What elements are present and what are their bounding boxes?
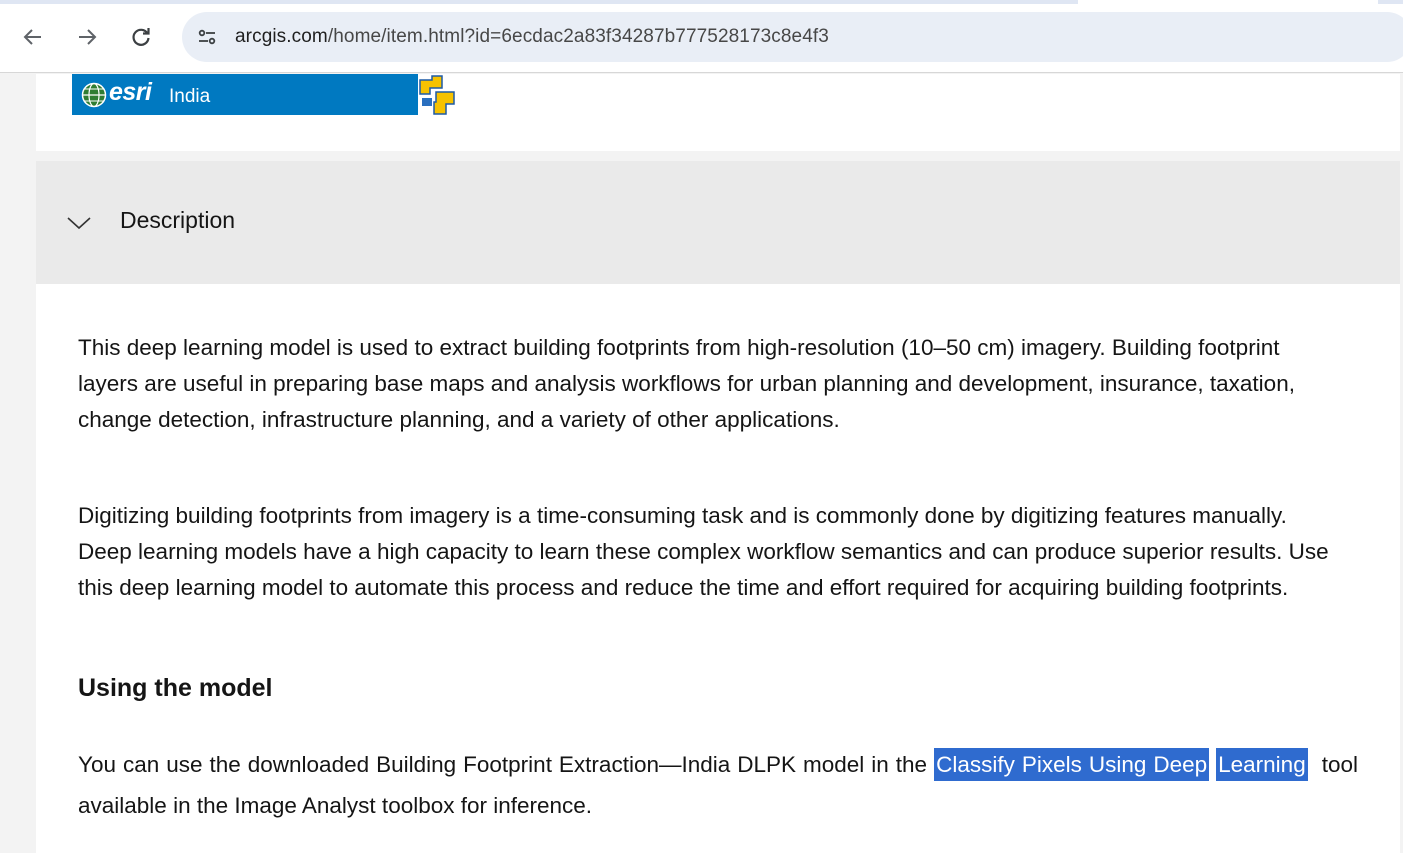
- address-bar[interactable]: arcgis.com/home/item.html?id=6ecdac2a83f…: [182, 12, 1403, 62]
- description-section-toggle[interactable]: Description: [36, 161, 1400, 284]
- globe-icon: [81, 82, 107, 108]
- back-button[interactable]: [20, 24, 46, 50]
- description-paragraph-2: Digitizing building footprints from imag…: [78, 503, 1329, 600]
- region-label: India: [169, 86, 211, 107]
- item-page: esri India Description This deep learnin…: [0, 74, 1403, 853]
- url-text[interactable]: arcgis.com/home/item.html?id=6ecdac2a83f…: [235, 26, 829, 48]
- reload-icon: [132, 28, 150, 46]
- forward-button[interactable]: [74, 24, 100, 50]
- browser-toolbar: arcgis.com/home/item.html?id=6ecdac2a83f…: [0, 4, 1403, 73]
- site-info-button[interactable]: [192, 22, 222, 52]
- description-body: This deep learning model is used to extr…: [36, 284, 1400, 853]
- arrow-right-icon: [79, 29, 97, 45]
- chevron-down-icon: [67, 217, 91, 230]
- usage-paragraph: You can use the downloaded Building Foot…: [78, 744, 1358, 826]
- thumbnail-card: esri India: [36, 74, 1400, 151]
- url-host: arcgis.com: [235, 26, 328, 47]
- reload-button[interactable]: [128, 24, 154, 50]
- esri-india-banner: esri India: [72, 74, 456, 115]
- arrow-left-icon: [23, 29, 41, 45]
- classify-pixels-link-continued[interactable]: Learning: [1216, 748, 1308, 781]
- description-title: Description: [120, 207, 236, 233]
- site-settings-icon: [198, 29, 216, 45]
- classify-pixels-link[interactable]: Classify Pixels Using Deep: [934, 748, 1210, 781]
- usage-text-before-link: You can use the downloaded Building Foot…: [78, 752, 928, 777]
- esri-logo-text: esri: [109, 78, 152, 106]
- using-model-heading: Using the model: [78, 674, 273, 702]
- description-paragraph-1: This deep learning model is used to extr…: [78, 335, 1295, 432]
- url-path: /home/item.html?id=6ecdac2a83f34287b7775…: [327, 26, 829, 47]
- map-tile-icon: [418, 74, 456, 115]
